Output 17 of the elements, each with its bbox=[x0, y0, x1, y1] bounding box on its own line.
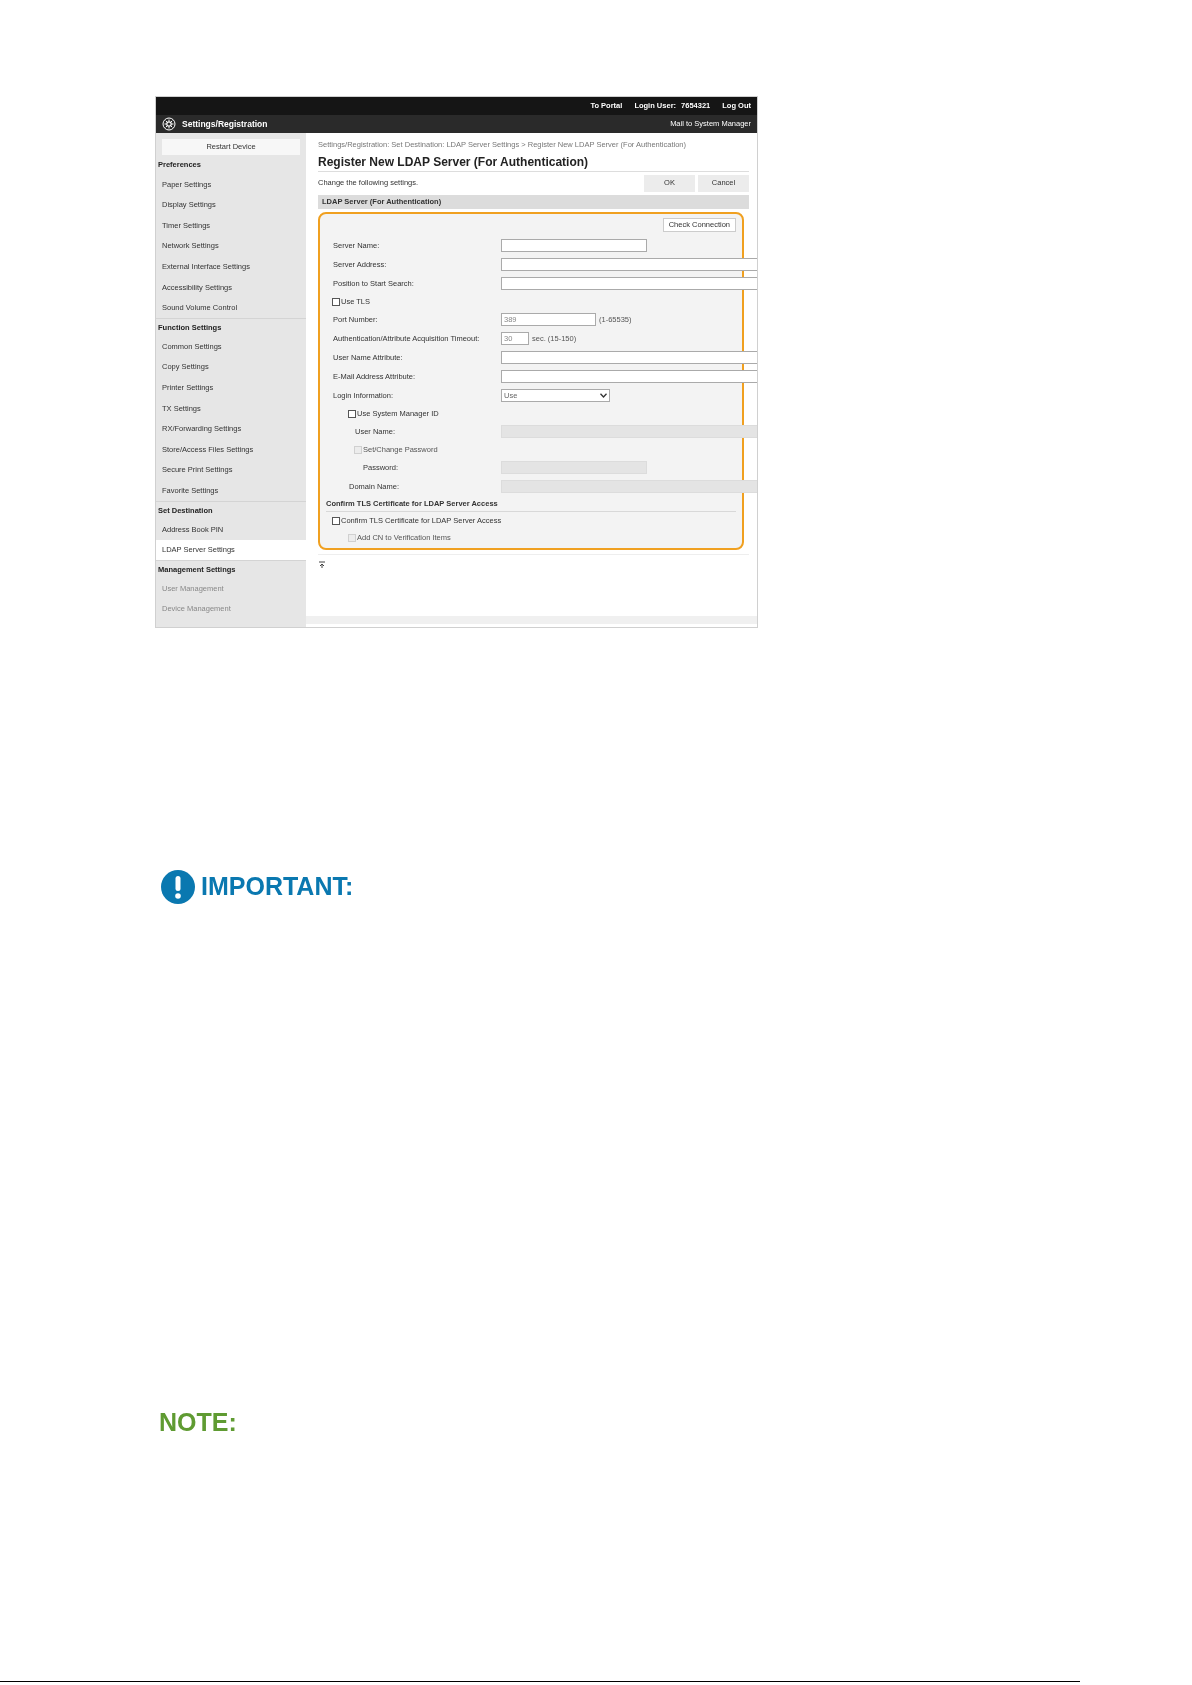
checkbox[interactable] bbox=[348, 409, 356, 418]
arrow-up-bar-icon[interactable] bbox=[318, 561, 326, 569]
checkbox[interactable] bbox=[332, 297, 340, 306]
note-heading: NOTE: bbox=[159, 1408, 237, 1436]
input-field[interactable] bbox=[501, 258, 757, 271]
important-heading: IMPORTANT: bbox=[201, 871, 354, 902]
input-field[interactable] bbox=[501, 370, 757, 383]
input-field[interactable] bbox=[501, 239, 647, 252]
gear-icon bbox=[162, 117, 176, 131]
checkbox[interactable] bbox=[332, 516, 340, 525]
horizontal-scrollbar[interactable] bbox=[306, 616, 757, 624]
page-title: Register New LDAP Server (For Authentication) bbox=[318, 154, 589, 171]
chevron-down-icon bbox=[600, 393, 607, 398]
header-title: Settings/Registration bbox=[182, 117, 268, 131]
exclamation-icon bbox=[161, 869, 195, 904]
input-field[interactable] bbox=[501, 351, 757, 364]
input-field[interactable] bbox=[501, 277, 757, 290]
